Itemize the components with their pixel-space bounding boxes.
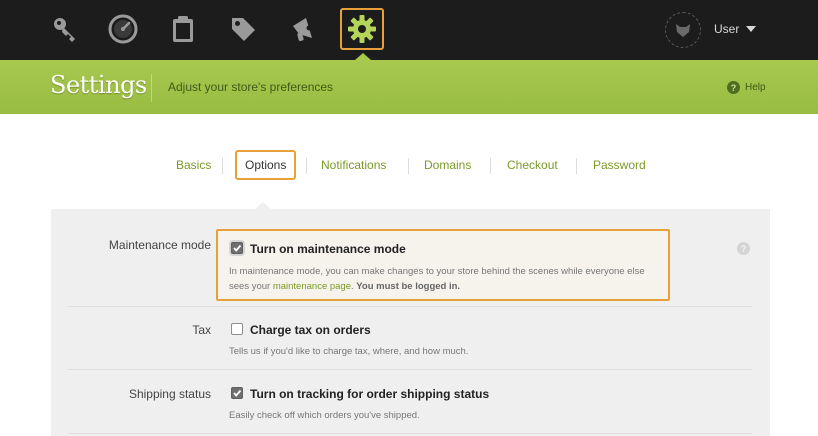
shipping-tracking-description: Easily check off which orders you've shi… — [229, 410, 420, 421]
chevron-down-icon[interactable] — [746, 26, 756, 32]
maintenance-mode-description: In maintenance mode, you can make change… — [229, 264, 661, 294]
header-divider — [151, 74, 152, 102]
tab-notifications[interactable]: Notifications — [321, 150, 386, 180]
clipboard-icon[interactable] — [161, 8, 205, 50]
key-icon[interactable] — [43, 8, 87, 50]
tab-separator — [222, 158, 223, 174]
shipping-tracking-option-label[interactable]: Turn on tracking for order shipping stat… — [250, 387, 489, 401]
user-avatar[interactable] — [665, 12, 701, 48]
page-subtitle: Adjust your store's preferences — [168, 80, 334, 94]
page-title: Settings — [50, 71, 147, 99]
charge-tax-description: Tells us if you'd like to charge tax, wh… — [229, 346, 469, 357]
top-navigation-bar: User — [0, 0, 818, 60]
checkmark-icon — [233, 389, 242, 397]
page-header: Settings Adjust your store's preferences… — [0, 60, 818, 114]
megaphone-icon[interactable] — [281, 8, 325, 50]
maintenance-mode-label: Maintenance mode — [108, 238, 211, 252]
tab-password[interactable]: Password — [593, 150, 646, 180]
help-icon: ? — [727, 81, 740, 94]
tax-label: Tax — [192, 323, 211, 337]
help-label: Help — [745, 82, 766, 93]
shipping-status-label: Shipping status — [128, 387, 211, 401]
tab-separator — [490, 158, 491, 174]
checkmark-icon — [233, 244, 242, 252]
charge-tax-option-label[interactable]: Charge tax on orders — [250, 323, 371, 337]
tab-basics[interactable]: Basics — [176, 150, 211, 180]
tab-separator — [576, 158, 577, 174]
maintenance-mode-option-label[interactable]: Turn on maintenance mode — [250, 242, 406, 256]
gear-icon[interactable] — [340, 8, 384, 50]
tab-separator — [306, 158, 307, 174]
tab-options[interactable]: Options — [235, 150, 297, 180]
user-menu-label[interactable]: User — [714, 22, 739, 36]
charge-tax-checkbox[interactable] — [231, 323, 243, 335]
settings-tabs: Basics Options Notifications Domains Che… — [0, 150, 818, 182]
dashboard-gauge-icon[interactable] — [101, 8, 145, 50]
tab-separator — [408, 158, 409, 174]
maintenance-mode-checkbox[interactable] — [231, 242, 243, 254]
settings-row-tax — [68, 307, 752, 370]
settings-row-shipping — [68, 370, 752, 434]
active-tab-pointer — [255, 202, 271, 209]
tab-checkout[interactable]: Checkout — [507, 150, 558, 180]
help-icon[interactable]: ? — [737, 242, 750, 255]
tab-domains[interactable]: Domains — [424, 150, 471, 180]
help-link[interactable]: ? Help — [727, 81, 766, 94]
tag-icon[interactable] — [221, 8, 265, 50]
fox-head-icon — [676, 24, 690, 37]
maintenance-page-link[interactable]: maintenance page — [273, 281, 351, 292]
shipping-tracking-checkbox[interactable] — [231, 387, 243, 399]
active-nav-pointer — [355, 53, 371, 60]
maintenance-desc-strong: You must be logged in. — [356, 281, 461, 292]
